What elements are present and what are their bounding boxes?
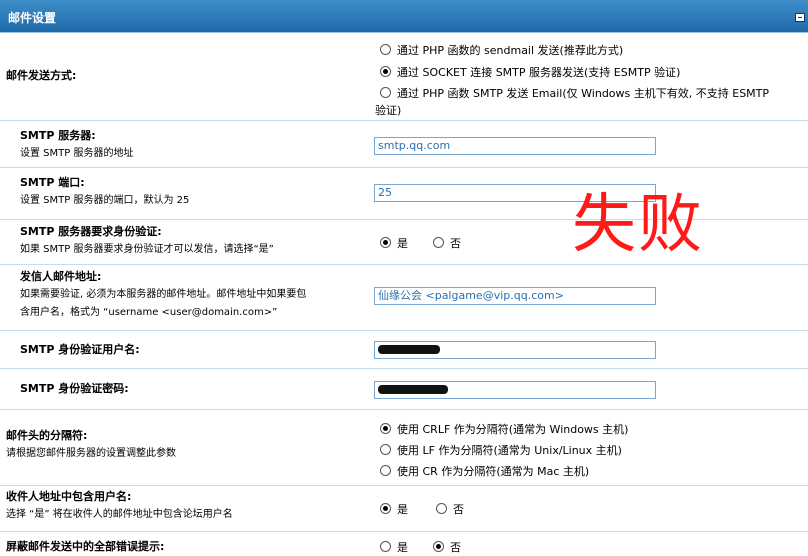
setting-smtp-server: SMTP 服务器: 设置 SMTP 服务器的地址 smtp.qq.com [0,121,808,168]
radio-button[interactable] [380,423,391,434]
setting-description: 含用户名，格式为 “username <user@domain.com>” [20,307,278,318]
radio-button[interactable] [380,444,391,455]
setting-description: 选择 “是” 将在收件人的邮件地址中包含论坛用户名 [6,509,233,520]
auth-password-input[interactable] [374,381,656,399]
radio-button[interactable] [380,87,391,98]
radio-button[interactable] [380,541,391,552]
setting-label: 收件人地址中包含用户名: [6,490,132,503]
sender-address-input[interactable]: 仙缘公会 <palgame@vip.qq.com> [374,287,656,305]
setting-label: SMTP 服务器: [20,129,96,142]
include-username-no[interactable]: 否 [436,501,464,517]
radio-button[interactable] [380,465,391,476]
auth-username-input[interactable] [374,341,656,359]
setting-label: SMTP 身份验证用户名: [20,343,140,356]
collapse-icon[interactable] [795,13,805,22]
setting-label: 屏蔽邮件发送中的全部错误提示: [6,540,165,553]
setting-sender-address: 发信人邮件地址: 如果需要验证, 必须为本服务器的邮件地址。邮件地址中如果要包 含用… [0,265,808,331]
radio-button[interactable] [436,503,447,514]
radio-button[interactable] [433,237,444,248]
section-header: 邮件设置 [0,0,808,33]
send-method-option-socket[interactable]: 通过 SOCKET 连接 SMTP 服务器发送(支持 ESMTP 验证) [380,64,680,80]
setting-auth-username: SMTP 身份验证用户名: [0,331,808,369]
radio-button[interactable] [380,66,391,77]
separator-lf[interactable]: 使用 LF 作为分隔符(通常为 Unix/Linux 主机) [380,442,622,458]
setting-description: 如果 SMTP 服务器要求身份验证才可以发信，请选择“是” [20,244,274,255]
setting-label: 发信人邮件地址: [20,270,102,283]
setting-description: 设置 SMTP 服务器的端口，默认为 25 [20,195,190,206]
send-method-option-php-smtp[interactable]: 通过 PHP 函数 SMTP 发送 Email(仅 Windows 主机下有效,… [380,85,769,101]
smtp-auth-no[interactable]: 否 [433,235,461,251]
option-text-continuation: 验证) [375,104,402,117]
setting-include-username: 收件人地址中包含用户名: 选择 “是” 将在收件人的邮件地址中包含论坛用户名 是 … [0,486,808,532]
failure-annotation: 失败 [572,188,704,262]
setting-send-method: 邮件发送方式: 通过 PHP 函数的 sendmail 发送(推荐此方式) 通过… [0,33,808,121]
separator-cr[interactable]: 使用 CR 作为分隔符(通常为 Mac 主机) [380,463,589,479]
setting-label: 邮件发送方式: [6,69,77,82]
smtp-auth-yes[interactable]: 是 [380,235,408,251]
setting-description: 设置 SMTP 服务器的地址 [20,148,134,159]
setting-label: SMTP 端口: [20,176,85,189]
include-username-yes[interactable]: 是 [380,501,408,517]
setting-mask-errors: 屏蔽邮件发送中的全部错误提示: 是 否 [0,532,808,554]
redaction-mark [378,345,440,354]
radio-button[interactable] [380,237,391,248]
smtp-server-input[interactable]: smtp.qq.com [374,137,656,155]
setting-description: 如果需要验证, 必须为本服务器的邮件地址。邮件地址中如果要包 [20,289,307,300]
setting-auth-password: SMTP 身份验证密码: [0,369,808,410]
setting-header-separator: 邮件头的分隔符: 请根据您邮件服务器的设置调整此参数 使用 CRLF 作为分隔符(… [0,410,808,486]
setting-label: SMTP 身份验证密码: [20,382,129,395]
section-title: 邮件设置 [8,11,57,25]
separator-crlf[interactable]: 使用 CRLF 作为分隔符(通常为 Windows 主机) [380,421,628,437]
setting-label: SMTP 服务器要求身份验证: [20,225,162,238]
radio-button[interactable] [433,541,444,552]
radio-button[interactable] [380,503,391,514]
setting-description: 请根据您邮件服务器的设置调整此参数 [6,448,176,459]
radio-button[interactable] [380,44,391,55]
send-method-option-sendmail[interactable]: 通过 PHP 函数的 sendmail 发送(推荐此方式) [380,42,623,58]
redaction-mark [378,385,448,394]
setting-label: 邮件头的分隔符: [6,429,88,442]
